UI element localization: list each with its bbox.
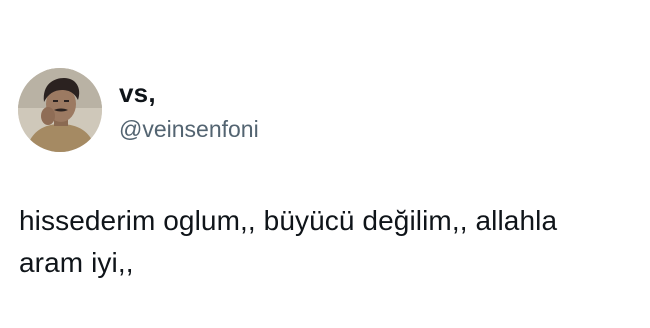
author-display-name[interactable]: vs, — [119, 78, 259, 108]
tweet-text-line: aram iyi,, — [19, 247, 134, 278]
author-names: vs, @veinsenfoni — [119, 78, 259, 142]
tweet-text-line: hissederim oglum,, büyücü değilim,, alla… — [19, 205, 558, 236]
author-handle[interactable]: @veinsenfoni — [119, 116, 259, 142]
profile-photo-icon — [18, 68, 102, 152]
avatar[interactable] — [18, 68, 102, 152]
tweet-card: vs, @veinsenfoni hissederim oglum,, büyü… — [0, 0, 650, 328]
tweet-text: hissederim oglum,, büyücü değilim,, alla… — [19, 200, 639, 284]
tweet-header: vs, @veinsenfoni — [18, 68, 259, 152]
